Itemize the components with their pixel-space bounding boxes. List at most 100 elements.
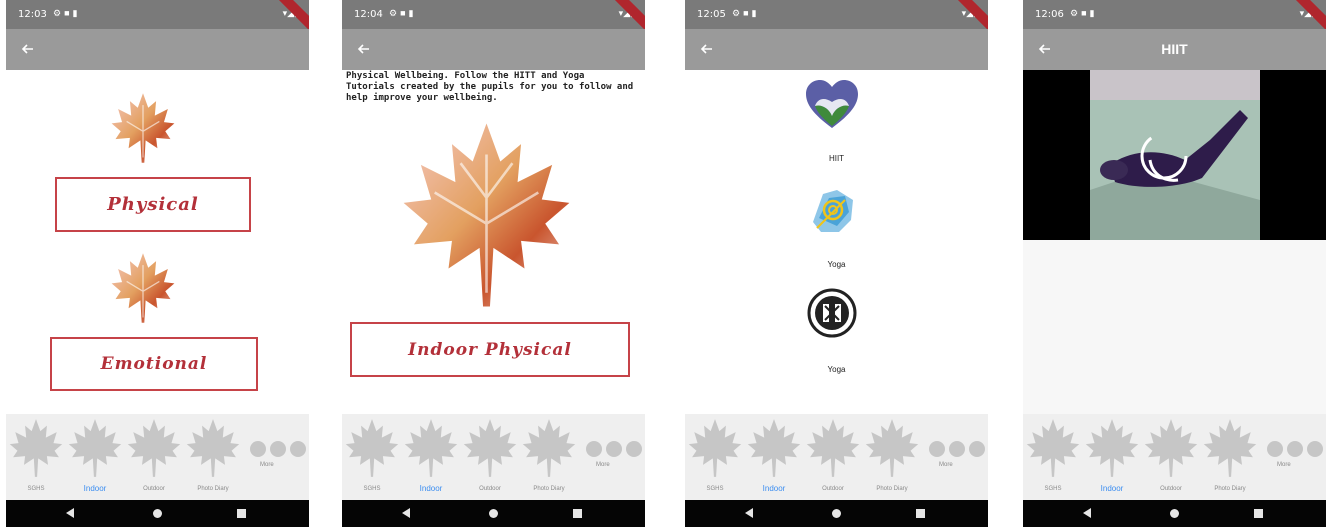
hiit-tile[interactable]: [803, 76, 861, 134]
nav-label: Indoor: [83, 484, 107, 493]
more-dots-icon[interactable]: [249, 440, 307, 458]
nav-label: Photo Diary: [876, 486, 908, 492]
bottom-nav: SGHS Indoor Outdoor Photo Diary More: [685, 414, 988, 500]
nav-item-photo-diary[interactable]: Photo Diary: [1200, 414, 1260, 500]
maple-leaf-icon: [185, 418, 241, 478]
screen-indoor-list: 12:05 ⚙■▮ ▾◢▮ HIIT Yoga Yoga SGHS Indoor…: [685, 0, 988, 527]
content-area: HIIT Yoga Yoga: [685, 70, 988, 414]
yoga-splash-icon: [813, 190, 853, 232]
system-back-icon[interactable]: [745, 508, 753, 518]
maple-leaf-icon: [1025, 418, 1081, 478]
nav-label: Photo Diary: [1214, 486, 1246, 492]
status-bar: 12:05 ⚙■▮ ▾◢▮: [685, 0, 988, 35]
nav-label: Indoor: [419, 484, 443, 493]
video-frame-image: [1090, 70, 1260, 240]
nav-item-sghs[interactable]: SGHS: [6, 414, 66, 500]
maple-leaf-image: [394, 120, 579, 310]
indoor-physical-button-label: Indoor Physical: [408, 339, 572, 360]
screen-home: 12:03 ⚙■▮ ▾◢▮ Physical Emotional SGHS In…: [6, 0, 309, 527]
system-home-icon[interactable]: [832, 509, 841, 518]
system-home-icon[interactable]: [489, 509, 498, 518]
system-recents-icon[interactable]: [1254, 509, 1263, 518]
system-back-icon[interactable]: [402, 508, 410, 518]
status-icons: ⚙■▮: [1070, 8, 1098, 18]
status-time: 12:06: [1035, 9, 1064, 20]
system-recents-icon[interactable]: [916, 509, 925, 518]
nav-item-outdoor[interactable]: Outdoor: [460, 414, 520, 500]
maple-leaf-icon: [521, 418, 577, 478]
status-icons: ⚙■▮: [389, 8, 417, 18]
status-time: 12:05: [697, 9, 726, 20]
nav-label: Outdoor: [1160, 486, 1182, 492]
nav-more-label[interactable]: More: [1277, 462, 1291, 468]
status-icons: ⚙■▮: [732, 8, 760, 18]
maple-leaf-image: [108, 92, 178, 164]
description-text: Physical Wellbeing. Follow the HITT and …: [346, 71, 634, 103]
nav-item-sghs[interactable]: SGHS: [342, 414, 402, 500]
system-back-icon[interactable]: [1083, 508, 1091, 518]
page-title: HIIT: [1161, 41, 1188, 57]
maple-leaf-icon: [1143, 418, 1199, 478]
status-time: 12:03: [18, 9, 47, 20]
screen-physical: 12:04 ⚙■▮ ▾◢▮ Physical Wellbeing. Follow…: [342, 0, 645, 527]
nav-label: Photo Diary: [197, 486, 229, 492]
system-recents-icon[interactable]: [573, 509, 582, 518]
yoga-label[interactable]: Yoga: [685, 365, 988, 374]
back-arrow-icon[interactable]: [354, 39, 374, 59]
emotional-button-label: Emotional: [100, 354, 208, 374]
yoga-tile[interactable]: [803, 182, 861, 240]
maple-leaf-icon: [746, 418, 802, 478]
school-crest-icon: [807, 288, 857, 338]
content-area: Physical Wellbeing. Follow the HITT and …: [342, 70, 645, 414]
more-dots-icon[interactable]: [928, 440, 986, 458]
nav-more-label[interactable]: More: [260, 462, 274, 468]
system-recents-icon[interactable]: [237, 509, 246, 518]
nav-item-outdoor[interactable]: Outdoor: [124, 414, 184, 500]
nav-item-indoor[interactable]: Indoor: [1082, 414, 1142, 500]
system-home-icon[interactable]: [153, 509, 162, 518]
back-arrow-icon[interactable]: [697, 39, 717, 59]
nav-label: Outdoor: [143, 486, 165, 492]
nav-item-photo-diary[interactable]: Photo Diary: [862, 414, 922, 500]
nav-item-outdoor[interactable]: Outdoor: [803, 414, 863, 500]
hiit-label[interactable]: HIIT: [685, 154, 988, 163]
maple-leaf-icon: [1084, 418, 1140, 478]
nav-item-indoor[interactable]: Indoor: [401, 414, 461, 500]
maple-leaf-icon: [687, 418, 743, 478]
video-player[interactable]: [1023, 70, 1326, 240]
bottom-nav: SGHS Indoor Outdoor Photo Diary More: [1023, 414, 1326, 500]
nav-item-photo-diary[interactable]: Photo Diary: [183, 414, 243, 500]
system-nav-bar: [685, 500, 988, 527]
physical-button[interactable]: Physical: [55, 177, 251, 232]
more-dots-icon[interactable]: [585, 440, 643, 458]
nav-item-outdoor[interactable]: Outdoor: [1141, 414, 1201, 500]
content-area: Physical Emotional: [6, 70, 309, 414]
nav-label: SGHS: [363, 486, 381, 492]
nav-more-label[interactable]: More: [596, 462, 610, 468]
nav-item-indoor[interactable]: Indoor: [744, 414, 804, 500]
maple-leaf-icon: [403, 418, 459, 478]
nav-item-sghs[interactable]: SGHS: [685, 414, 745, 500]
nav-label: Outdoor: [479, 486, 501, 492]
nav-more-label[interactable]: More: [939, 462, 953, 468]
nav-item-indoor[interactable]: Indoor: [65, 414, 125, 500]
maple-leaf-icon: [344, 418, 400, 478]
emotional-button[interactable]: Emotional: [50, 337, 258, 391]
indoor-physical-button[interactable]: Indoor Physical: [350, 322, 630, 377]
system-back-icon[interactable]: [66, 508, 74, 518]
content-area: [1023, 70, 1326, 414]
nav-label: SGHS: [706, 486, 724, 492]
maple-leaf-icon: [126, 418, 182, 478]
nav-item-photo-diary[interactable]: Photo Diary: [519, 414, 579, 500]
system-nav-bar: [342, 500, 645, 527]
app-bar: [6, 29, 309, 70]
app-bar: [342, 29, 645, 70]
nav-label: SGHS: [1044, 486, 1062, 492]
yoga-label[interactable]: Yoga: [685, 260, 988, 269]
maple-leaf-icon: [805, 418, 861, 478]
system-home-icon[interactable]: [1170, 509, 1179, 518]
nav-item-sghs[interactable]: SGHS: [1023, 414, 1083, 500]
yoga-tile[interactable]: [803, 284, 861, 342]
back-arrow-icon[interactable]: [18, 39, 38, 59]
more-dots-icon[interactable]: [1266, 440, 1324, 458]
